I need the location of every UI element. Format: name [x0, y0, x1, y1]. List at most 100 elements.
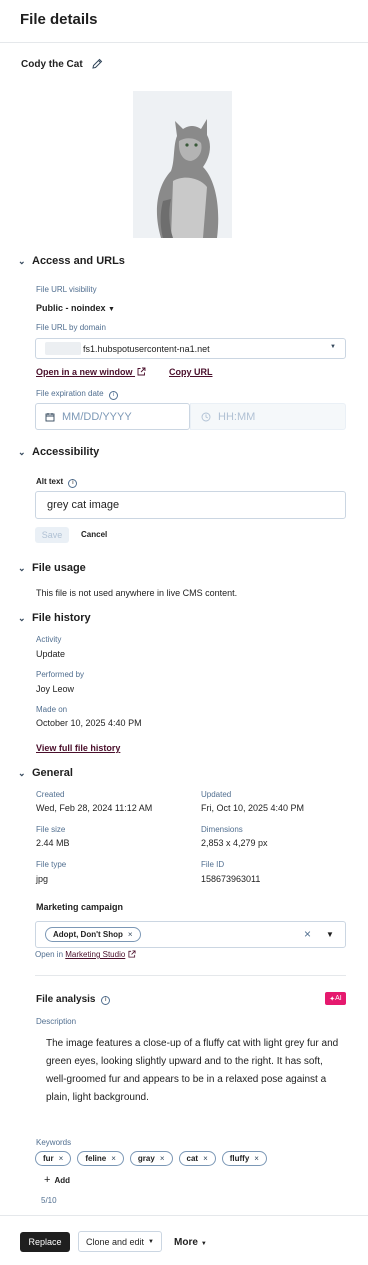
alt-text-input[interactable]: grey cat image	[35, 491, 346, 519]
size-value: 2.44 MB	[36, 838, 70, 848]
url-domain-select[interactable]: fs1.hubspotusercontent-na1.net ▼	[35, 338, 346, 359]
keywords-label: Keywords	[36, 1138, 72, 1147]
campaign-label: Marketing campaign	[36, 902, 124, 912]
performed-value: Joy Leow	[36, 684, 75, 694]
section-title: File usage	[32, 562, 86, 574]
copy-url-link[interactable]: Copy URL	[169, 367, 213, 377]
open-new-window-label: Open in a new window	[36, 367, 133, 377]
chevron-down-icon: ⌄	[18, 613, 26, 623]
keyword-tag[interactable]: feline ×	[77, 1151, 124, 1166]
caret-down-icon: ▼	[330, 344, 336, 350]
dimensions-value: 2,853 x 4,279 px	[201, 838, 268, 848]
chevron-down-icon: ⌄	[18, 768, 26, 778]
caret-down-icon: ▼	[148, 1238, 154, 1245]
caret-down-icon: ▼	[200, 1241, 207, 1247]
close-icon[interactable]: ×	[254, 1154, 259, 1163]
section-general[interactable]: ⌄ General	[18, 767, 73, 779]
header-divider	[0, 42, 368, 43]
open-in-text: Open in Marketing Studio	[35, 950, 136, 959]
close-icon[interactable]: ×	[128, 930, 133, 939]
add-keyword-label: Add	[54, 1176, 70, 1185]
keyword-label: gray	[137, 1154, 155, 1163]
updated-label: Updated	[201, 790, 232, 799]
section-accessibility[interactable]: ⌄ Accessibility	[18, 446, 99, 458]
description-text: The image features a close-up of a fluff…	[46, 1038, 339, 1103]
clone-edit-label: Clone and edit	[86, 1236, 145, 1247]
cancel-button[interactable]: Cancel	[81, 530, 107, 539]
performed-label: Performed by	[36, 670, 85, 679]
expiration-date-input[interactable]: MM/DD/YYYY	[35, 403, 190, 430]
file-id-label: File ID	[201, 860, 225, 869]
file-id-value: 158673963011	[201, 874, 261, 884]
plus-icon: +	[44, 1174, 51, 1186]
campaign-select[interactable]: Adopt, Don't Shop × × ▼	[35, 921, 346, 948]
keyword-tag[interactable]: cat ×	[178, 1151, 216, 1166]
add-keyword-button[interactable]: + Add	[44, 1174, 70, 1186]
dimensions-label: Dimensions	[201, 825, 243, 834]
chevron-down-icon: ⌄	[18, 563, 26, 573]
made-on-label: Made on	[36, 705, 68, 714]
close-icon[interactable]: ×	[160, 1154, 165, 1163]
file-name: Cody the Cat	[21, 59, 83, 70]
close-icon[interactable]: ×	[203, 1154, 208, 1163]
more-button[interactable]: More ▼	[174, 1237, 207, 1248]
chevron-down-icon: ⌄	[18, 256, 26, 266]
info-icon[interactable]: i	[101, 996, 111, 1005]
save-button[interactable]: Save	[35, 527, 69, 543]
external-link-icon	[137, 367, 146, 376]
footer-divider	[0, 1215, 368, 1216]
view-full-history-link[interactable]: View full file history	[36, 743, 120, 753]
file-analysis-title: File analysis i	[36, 994, 111, 1005]
campaign-tag[interactable]: Adopt, Don't Shop ×	[45, 927, 141, 942]
alt-text-value: grey cat image	[47, 499, 120, 511]
more-label: More	[174, 1237, 198, 1248]
calendar-icon	[45, 413, 55, 422]
caret-down-icon[interactable]: ▼	[326, 930, 334, 939]
section-title: Access and URLs	[32, 255, 125, 267]
ai-badge: ✦ AI	[325, 992, 346, 1005]
open-new-window-link[interactable]: Open in a new window	[36, 367, 146, 377]
close-icon[interactable]: ×	[59, 1154, 64, 1163]
section-access-urls[interactable]: ⌄ Access and URLs	[18, 255, 125, 267]
clock-icon	[201, 412, 211, 422]
chevron-down-icon: ⌄	[18, 447, 26, 457]
made-on-value: October 10, 2025 4:40 PM	[36, 718, 142, 728]
file-analysis-title-text: File analysis	[36, 994, 96, 1005]
section-file-usage[interactable]: ⌄ File usage	[18, 562, 86, 574]
open-in-label: Open in	[35, 950, 64, 959]
info-icon[interactable]: i	[108, 391, 118, 400]
close-icon[interactable]: ×	[111, 1154, 116, 1163]
analysis-divider	[35, 975, 346, 976]
expiration-time-input: HH:MM	[190, 403, 346, 430]
keywords-list: fur × feline × gray × cat × fluffy ×	[35, 1151, 267, 1166]
clone-edit-button[interactable]: Clone and edit ▼	[78, 1231, 162, 1252]
section-file-history[interactable]: ⌄ File history	[18, 612, 91, 624]
section-title: General	[32, 767, 73, 779]
keyword-tag[interactable]: fur ×	[35, 1151, 72, 1166]
keyword-tag[interactable]: fluffy ×	[221, 1151, 267, 1166]
size-label: File size	[36, 825, 66, 834]
section-title: Accessibility	[32, 446, 100, 458]
keyword-label: fluffy	[229, 1154, 250, 1163]
expiration-label: File expiration date i	[36, 389, 118, 400]
keyword-label: fur	[43, 1154, 54, 1163]
usage-text: This file is not used anywhere in live C…	[36, 588, 238, 598]
keyword-tag[interactable]: gray ×	[129, 1151, 173, 1166]
caret-down-icon: ▼	[108, 306, 115, 313]
activity-value: Update	[36, 649, 66, 659]
info-icon[interactable]: i	[68, 479, 78, 488]
updated-value: Fri, Oct 10, 2025 4:40 PM	[201, 803, 305, 813]
keyword-label: feline	[85, 1154, 107, 1163]
replace-button[interactable]: Replace	[20, 1232, 70, 1252]
visibility-value: Public - noindex	[36, 303, 106, 313]
pencil-icon[interactable]	[91, 58, 103, 70]
section-title: File history	[32, 612, 91, 624]
external-link-icon	[128, 950, 136, 958]
visibility-dropdown[interactable]: Public - noindex ▼	[36, 303, 115, 313]
url-domain-label: File URL by domain	[36, 323, 106, 332]
visibility-label: File URL visibility	[36, 285, 97, 294]
time-placeholder: HH:MM	[218, 411, 256, 423]
marketing-studio-link[interactable]: Marketing Studio	[65, 950, 125, 959]
type-value: jpg	[36, 874, 49, 884]
clear-icon[interactable]: ×	[304, 927, 311, 941]
